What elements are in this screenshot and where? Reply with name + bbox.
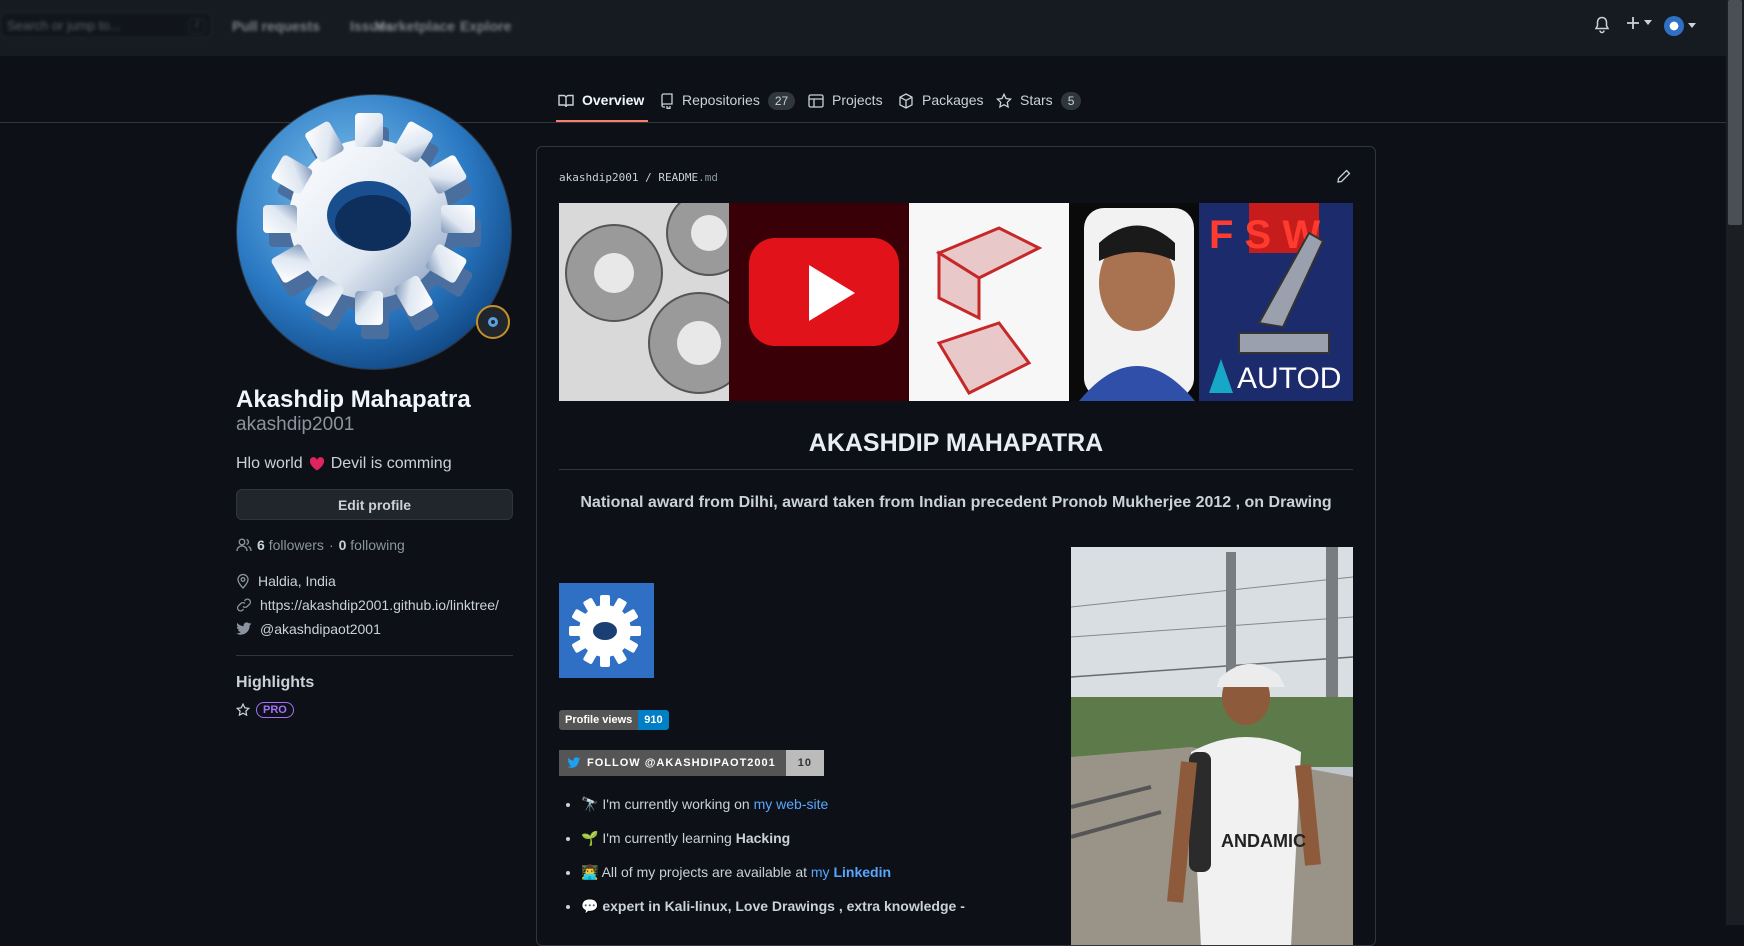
caret-down-icon: [1644, 20, 1652, 25]
tshirt-print-text: ANDAMIC: [1221, 831, 1306, 851]
highlights-pro: PRO: [236, 702, 294, 718]
website-item[interactable]: https://akashdip2001.github.io/linktree/: [236, 597, 499, 613]
sidebar-divider: [236, 655, 513, 656]
readme-bullet-list: 🔭 I'm currently working on my web-site 🌱…: [559, 795, 1091, 931]
stars-count-badge: 5: [1060, 92, 1082, 110]
twitter-item[interactable]: @akashdipaot2001: [236, 621, 381, 637]
list-item: 🔭 I'm currently working on my web-site: [581, 795, 1091, 813]
gear-logo-image: [559, 583, 654, 678]
followers-link[interactable]: 6 followers: [257, 537, 324, 553]
twitter-icon: [236, 622, 252, 635]
readme-banner-image: F S W AUTOD: [559, 203, 1353, 401]
views-label: Profile views: [559, 710, 639, 730]
nav-explore[interactable]: Explore: [460, 18, 511, 34]
tab-stars[interactable]: Stars 5: [996, 92, 1082, 122]
following-link[interactable]: 0 following: [339, 537, 405, 553]
highlights-heading: Highlights: [236, 674, 315, 691]
readme-owner-link[interactable]: akashdip2001: [559, 171, 638, 184]
blurred-header-left: Search or jump to... / Pull requests Iss…: [0, 0, 560, 56]
location-icon: [237, 573, 249, 589]
website-link[interactable]: my web-site: [754, 796, 829, 812]
nav-pull-requests[interactable]: Pull requests: [232, 18, 320, 34]
package-icon: [899, 93, 913, 109]
tab-packages[interactable]: Packages: [898, 92, 983, 122]
tab-label: Packages: [922, 92, 984, 108]
link-icon: [236, 598, 252, 612]
gear-status-icon: [488, 317, 498, 327]
telescope-icon: 🔭: [581, 796, 599, 812]
tabs-divider: [0, 122, 1726, 123]
speech-bubble-icon: 💬: [581, 898, 599, 914]
create-new-button[interactable]: [1626, 16, 1652, 30]
set-status-button[interactable]: [476, 305, 510, 339]
user-menu-button[interactable]: [1664, 16, 1696, 36]
star-icon: [996, 93, 1012, 109]
readme-file-link[interactable]: README.md: [658, 171, 718, 184]
followers-row: 6 followers · 0 following: [236, 537, 405, 553]
award-text: National award from Dilhi, award taken f…: [580, 494, 1332, 511]
plus-icon: [1627, 17, 1639, 29]
tab-label: Repositories: [682, 92, 760, 108]
profile-username: akashdip2001: [236, 414, 355, 435]
book-icon: [558, 94, 574, 108]
seedling-icon: 🌱: [581, 830, 599, 846]
follow-badge-count: 10: [785, 750, 825, 776]
repo-count-badge: 27: [767, 92, 796, 110]
search-input[interactable]: Search or jump to... /: [0, 12, 212, 38]
edit-readme-button[interactable]: [1337, 169, 1351, 188]
nav-marketplace[interactable]: Marketplace: [374, 18, 455, 34]
edit-profile-button[interactable]: Edit profile: [236, 489, 513, 520]
location-item: Haldia, India: [236, 573, 336, 589]
list-item: 💬 expert in Kali-linux, Love Drawings , …: [581, 897, 1091, 915]
tab-repositories[interactable]: Repositories 27: [660, 92, 796, 122]
tab-overview[interactable]: Overview: [555, 92, 649, 122]
star-icon: [236, 703, 250, 717]
profile-fullname: Akashdip Mahapatra: [236, 386, 471, 413]
pencil-icon: [1337, 169, 1351, 183]
banner-autodesk-text: AUTOD: [1237, 362, 1341, 395]
profile-photo: ANDAMIC: [1071, 547, 1353, 945]
people-icon: [236, 538, 252, 552]
path-separator: /: [645, 171, 652, 184]
search-shortcut-hint: /: [189, 18, 205, 34]
twitter-follow-badge[interactable]: FOLLOW @AKASHDIPAOT2001 10: [559, 750, 825, 776]
views-count: 910: [638, 710, 669, 730]
linkedin-link[interactable]: my Linkedin: [811, 864, 891, 880]
scrollbar-thumb[interactable]: [1728, 0, 1742, 225]
follow-badge-label: FOLLOW @AKASHDIPAOT2001: [587, 757, 776, 769]
twitter-icon: [567, 757, 581, 768]
tab-label: Overview: [582, 92, 645, 108]
profile-views-badge: Profile views 910: [559, 710, 669, 730]
repo-icon: [661, 93, 673, 109]
list-item: 👨‍💻 All of my projects are available at …: [581, 863, 1091, 881]
location-text: Haldia, India: [258, 573, 336, 589]
tab-projects[interactable]: Projects: [808, 92, 883, 122]
readme-path: akashdip2001 / README.md: [559, 171, 718, 184]
bio-text: Hlo world: [236, 455, 303, 472]
search-placeholder: Search or jump to...: [7, 18, 121, 33]
heart-icon: [309, 457, 324, 471]
profile-readme: akashdip2001 / README.md F S W AUTOD AKA…: [536, 146, 1376, 946]
person-icon: 👨‍💻: [581, 864, 599, 880]
tab-label: Stars: [1020, 92, 1053, 108]
title-divider: [559, 469, 1353, 470]
caret-down-icon: [1688, 23, 1696, 28]
website-link[interactable]: https://akashdip2001.github.io/linktree/: [260, 597, 499, 613]
twitter-handle[interactable]: @akashdipaot2001: [260, 621, 381, 637]
global-header: Search or jump to... / Pull requests Iss…: [0, 0, 1726, 56]
separator-dot: ·: [328, 537, 334, 553]
avatar: [1664, 16, 1684, 36]
profile-avatar[interactable]: [236, 94, 512, 370]
pro-badge: PRO: [256, 702, 294, 718]
bio-text: Devil is comming: [330, 455, 452, 472]
tab-label: Projects: [832, 92, 883, 108]
profile-bio: Hlo world Devil is comming: [236, 455, 452, 473]
bell-icon[interactable]: [1594, 16, 1610, 34]
list-item: 🌱 I'm currently learning Hacking: [581, 829, 1091, 847]
readme-title: AKASHDIP MAHAPATRA: [808, 429, 1104, 457]
page-scrollbar[interactable]: [1726, 0, 1744, 925]
table-icon: [808, 94, 824, 108]
